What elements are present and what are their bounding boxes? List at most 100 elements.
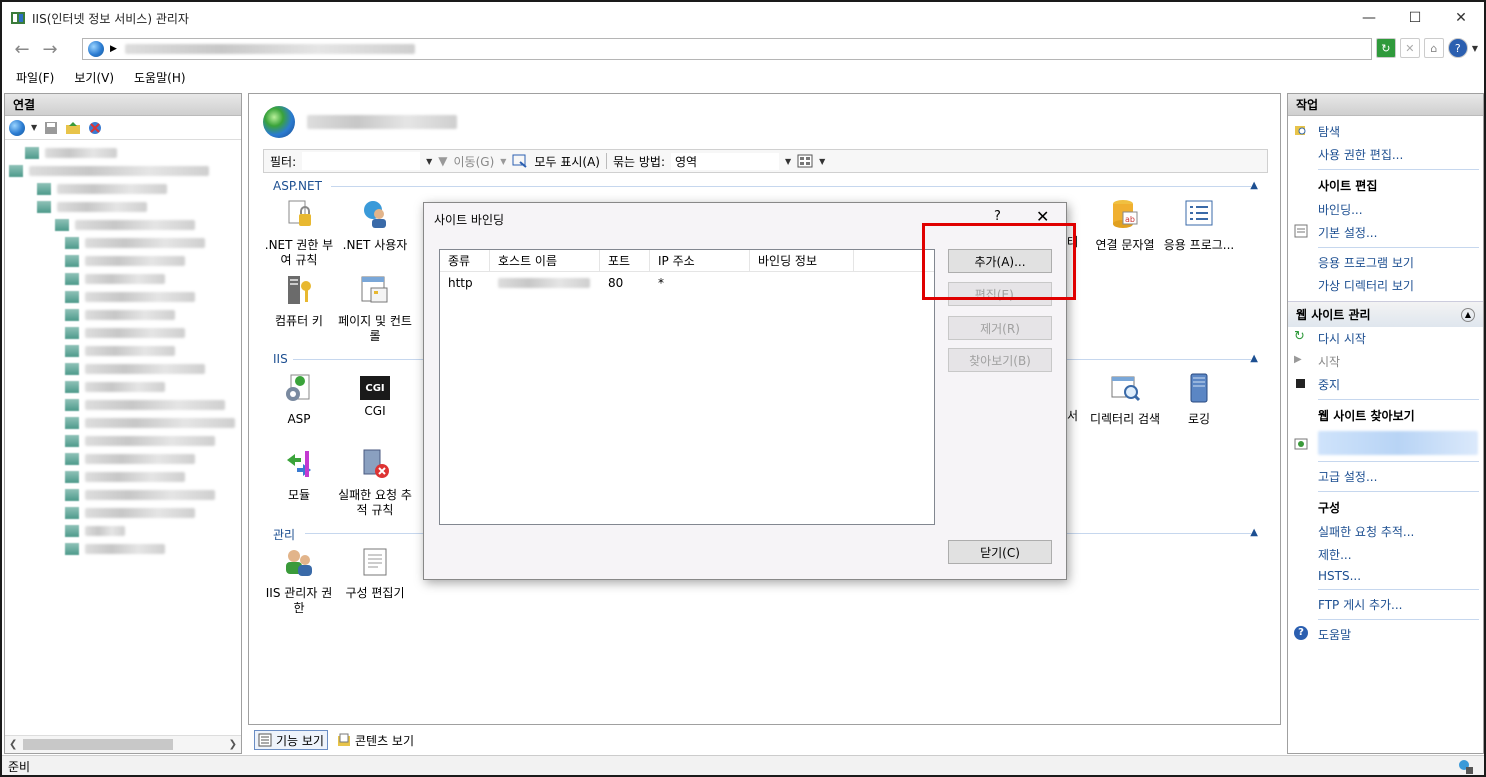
action-help[interactable]: ? 도움말 [1288,623,1483,646]
close-dialog-button[interactable]: 닫기(C) [948,540,1052,564]
collapse-section-icon[interactable]: ▲ [1461,307,1475,322]
feature-iis-manager-permissions[interactable]: IIS 관리자 권한 [261,546,337,616]
back-arrow-icon[interactable]: ← [10,37,34,61]
save-icon[interactable] [43,120,59,136]
remove-binding-button[interactable]: 제거(R) [948,316,1052,340]
show-all-button[interactable]: 모두 표시(A) [534,153,600,170]
feature-machine-key[interactable]: 컴퓨터 키 [261,274,337,329]
tree-item[interactable] [9,522,237,540]
add-binding-button[interactable]: 추가(A)... [948,249,1052,273]
tree-item[interactable] [9,180,237,198]
feature-modules[interactable]: 모듈 [261,448,337,503]
action-view-virtual-directories[interactable]: 가상 디렉터리 보기 [1288,274,1483,297]
stop-icon[interactable]: ✕ [1399,38,1420,58]
menu-file[interactable]: 파일(F) [16,69,54,86]
feature-app-settings[interactable]: 응용 프로그... [1161,198,1237,253]
forward-arrow-icon[interactable]: → [38,37,62,61]
tree-item[interactable] [9,270,237,288]
tree-item[interactable] [9,342,237,360]
connect-dropdown-icon[interactable]: ▼ [31,123,37,132]
bindings-list[interactable]: 종류 호스트 이름 포트 IP 주소 바인딩 정보 http 80 * [439,249,935,525]
tree-item[interactable] [9,216,237,234]
tab-features-view[interactable]: 기능 보기 [254,730,328,750]
tree-item[interactable] [9,360,237,378]
view-mode-dropdown-icon[interactable]: ▼ [819,157,825,166]
tree-item[interactable] [9,486,237,504]
feature-directory-browsing[interactable]: 디렉터리 검색 [1087,372,1163,427]
tree-item[interactable] [9,504,237,522]
tree-item[interactable] [9,450,237,468]
home-icon[interactable]: ⌂ [1423,38,1444,58]
horizontal-scrollbar[interactable]: ❮ ❯ [5,735,241,753]
tree-item[interactable] [9,252,237,270]
action-add-ftp-publishing[interactable]: FTP 게시 추가... [1288,593,1483,616]
feature-failed-request-tracing[interactable]: 실패한 요청 추적 규칙 [337,448,413,518]
action-restart[interactable]: ↻ 다시 시작 [1288,327,1483,350]
dialog-help-button[interactable]: ? [994,209,1001,224]
menu-view[interactable]: 보기(V) [74,69,114,86]
collapse-management-icon[interactable]: ▲ [1250,527,1258,538]
dialog-close-icon[interactable]: ✕ [1036,207,1049,226]
scroll-left-icon[interactable]: ❮ [9,739,17,750]
feature-connection-strings[interactable]: ab 연결 문자열 [1087,198,1163,253]
column-port[interactable]: 포트 [600,250,650,271]
go-dropdown-icon[interactable]: ▼ [500,157,506,166]
connections-tree[interactable] [5,140,241,562]
column-host-name[interactable]: 호스트 이름 [490,250,600,271]
menu-help[interactable]: 도움말(H) [134,69,186,86]
action-limits[interactable]: 제한... [1288,543,1483,566]
tab-content-view[interactable]: 콘텐츠 보기 [334,730,417,750]
collapse-iis-icon[interactable]: ▲ [1250,353,1258,364]
edit-binding-button[interactable]: 편집(E)... [948,282,1052,306]
view-mode-icon[interactable] [797,154,813,168]
action-explore[interactable]: 탐색 [1288,120,1483,143]
action-bindings[interactable]: 바인딩... [1288,198,1483,221]
close-window-button[interactable]: ✕ [1438,2,1484,34]
up-folder-icon[interactable] [65,120,81,136]
group-by-dropdown-icon[interactable]: ▼ [785,157,791,166]
tree-item[interactable] [9,432,237,450]
action-view-applications[interactable]: 응용 프로그램 보기 [1288,251,1483,274]
table-row[interactable]: http 80 * [440,272,934,294]
filter-dropdown-icon[interactable]: ▼ [426,157,432,166]
address-field[interactable]: ▶ [82,38,1372,60]
action-basic-settings[interactable]: 기본 설정... [1288,221,1483,244]
go-button[interactable]: 이동(G) [454,153,495,170]
tree-item[interactable] [9,162,237,180]
tree-item[interactable] [9,414,237,432]
tree-item[interactable] [9,540,237,558]
feature-configuration-editor[interactable]: 구성 편집기 [337,546,413,601]
action-advanced-settings[interactable]: 고급 설정... [1288,465,1483,488]
column-type[interactable]: 종류 [440,250,490,271]
column-binding-info[interactable]: 바인딩 정보 [750,250,854,271]
scroll-thumb[interactable] [23,739,173,750]
tree-item[interactable] [9,468,237,486]
tree-item[interactable] [9,396,237,414]
feature-net-users[interactable]: .NET 사용자 [337,198,413,253]
feature-asp[interactable]: ASP [261,372,337,427]
group-by-select[interactable]: 영역 [671,152,780,170]
browse-binding-button[interactable]: 찾아보기(B) [948,348,1052,372]
refresh-icon[interactable]: ↻ [1375,38,1396,58]
help-icon[interactable]: ? [1447,38,1468,58]
scroll-right-icon[interactable]: ❯ [229,739,237,750]
feature-logging[interactable]: 로깅 [1161,372,1237,427]
action-start[interactable]: ▶ 시작 [1288,350,1483,373]
connect-icon[interactable] [9,119,25,136]
maximize-button[interactable]: ☐ [1392,2,1438,34]
column-ip-address[interactable]: IP 주소 [650,250,750,271]
feature-cgi[interactable]: CGI CGI [337,372,413,419]
feature-pages-controls[interactable]: 페이지 및 컨트롤 [337,274,413,344]
help-dropdown-icon[interactable]: ▼ [1472,44,1478,53]
tree-item[interactable] [9,378,237,396]
tree-item[interactable] [9,144,237,162]
disconnect-icon[interactable] [87,120,103,136]
tree-item[interactable] [9,306,237,324]
collapse-aspnet-icon[interactable]: ▲ [1250,180,1258,191]
tree-item[interactable] [9,234,237,252]
action-failed-request-tracing[interactable]: 실패한 요청 추적... [1288,520,1483,543]
action-hsts[interactable]: HSTS... [1288,566,1483,586]
action-browse-url[interactable] [1288,428,1483,458]
tree-item[interactable] [9,288,237,306]
action-edit-permissions[interactable]: 사용 권한 편집... [1288,143,1483,166]
